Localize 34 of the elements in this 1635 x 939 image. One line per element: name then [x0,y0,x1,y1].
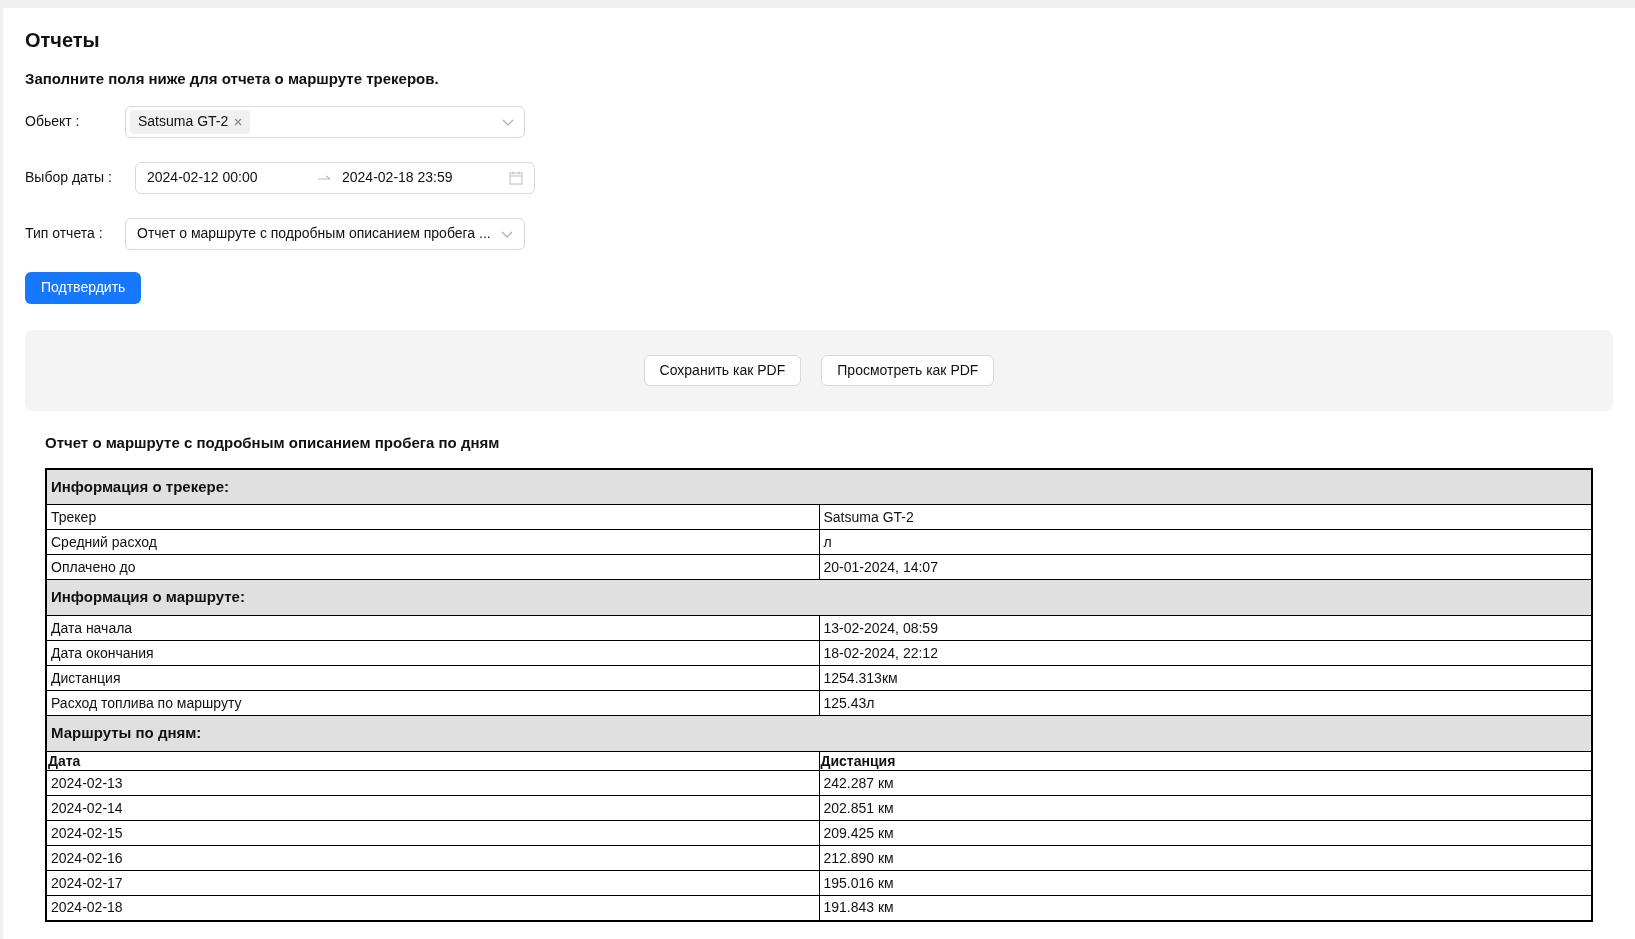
field-label: Тип отчета : [25,224,104,243]
table-cell: Средний расход [46,529,819,555]
end-date-value: 2024-02-18 23:59 [342,168,454,187]
table-cell: Расход топлива по маршруту [46,690,819,716]
page-title: Отчеты [25,28,101,52]
arrow-right-icon [317,173,331,182]
report-title: Отчет о маршруте с подробным описанием пробега по дням [45,432,501,452]
date-range-picker[interactable]: 2024-02-12 00:00 2024-02-18 23:59 [135,161,535,194]
calendar-icon [509,170,523,185]
table-cell: Трекер [46,504,819,530]
section-header: Информация о трекере: [46,468,1592,505]
table-cell: Оплачено до [46,554,819,580]
close-icon[interactable] [234,117,243,126]
table-cell: 2024-02-16 [46,845,819,871]
object-select[interactable]: Satsuma GT-2 [125,105,525,138]
section-header: Информация о маршруте: [46,579,1592,616]
table-cell: Дата окончания [46,640,819,666]
table-cell: 2024-02-17 [46,870,819,896]
report-type-select[interactable]: Отчет о маршруте с подробным описанием пробега ... [125,217,525,250]
start-date-value: 2024-02-12 00:00 [147,168,259,187]
table-cell: Дистанция [46,665,819,691]
export-button[interactable]: Сохранить как PDF [643,354,802,386]
table-cell: 2024-02-14 [46,795,819,821]
table-cell: 2024-02-13 [46,770,819,796]
export-button[interactable]: Просмотреть как PDF [821,354,995,386]
table-cell: Дата начала [46,615,819,641]
submit-button[interactable]: Подтвердить [25,271,142,304]
section-header: Маршруты по дням: [46,715,1592,752]
table-cell: 2024-02-15 [46,820,819,846]
instructions-text: Заполните поля ниже для отчета о маршруте трекеров. [25,69,440,89]
selected-tag[interactable]: Satsuma GT-2 [130,109,251,134]
field-label: Обьект : [25,112,81,131]
column-header: Дата [46,751,819,771]
field-label: Выбор даты : [25,168,113,187]
